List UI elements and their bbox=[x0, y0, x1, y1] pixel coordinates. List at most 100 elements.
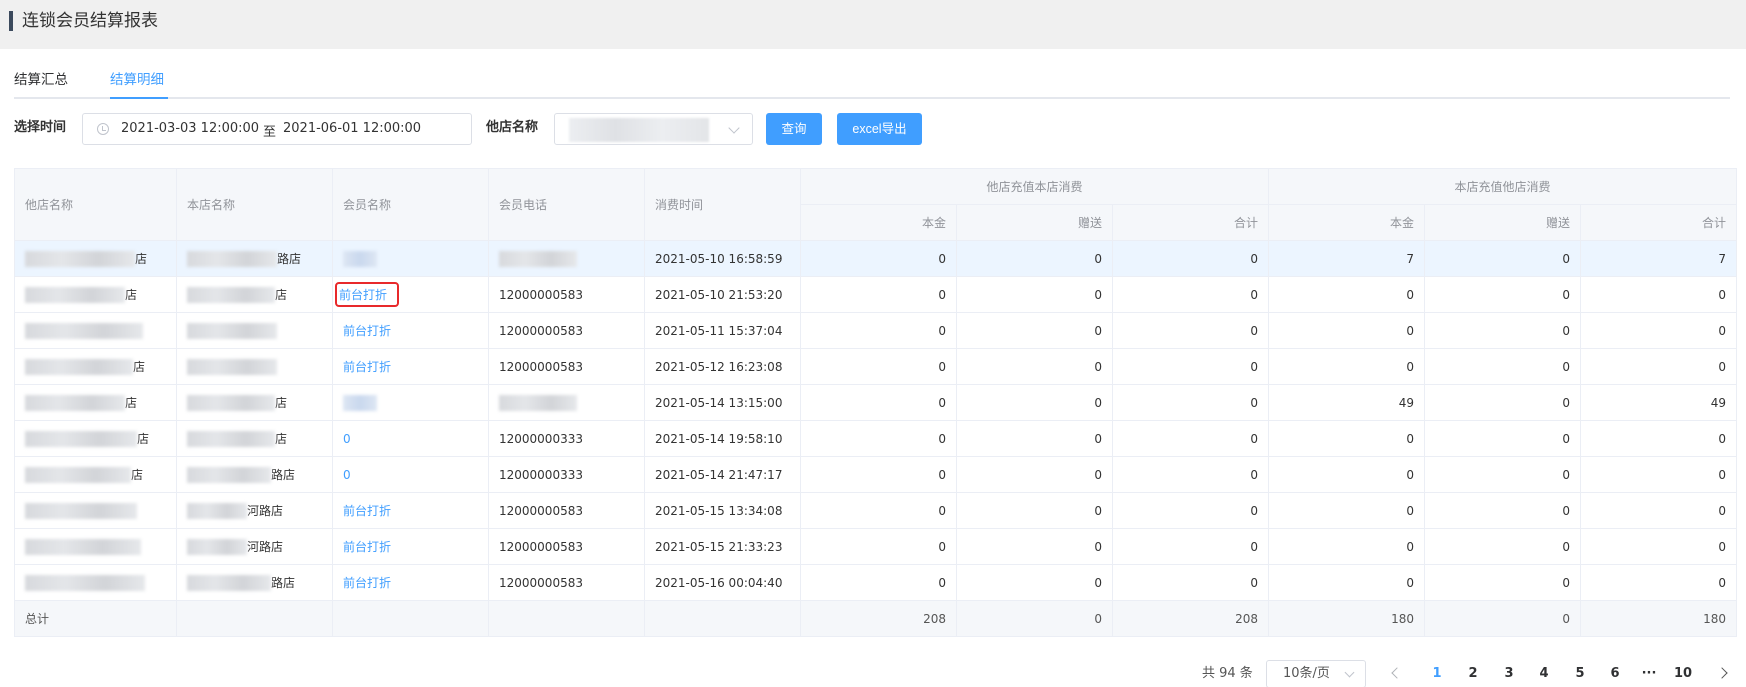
other-recharge-principal: 0 bbox=[800, 312, 957, 349]
this-recharge-bonus: 0 bbox=[1424, 528, 1582, 565]
other-store-redacted bbox=[25, 394, 125, 411]
member-name-cell bbox=[332, 240, 489, 277]
page-6[interactable]: 6 bbox=[1600, 660, 1630, 687]
this-recharge-total: 0 bbox=[1580, 456, 1738, 493]
this-store-suffix: 店 bbox=[275, 396, 288, 410]
page-10[interactable]: 10 bbox=[1668, 660, 1698, 687]
other-recharge-principal: 0 bbox=[800, 348, 957, 385]
highlighted-member-box: 前台打折 bbox=[335, 282, 400, 307]
this-recharge-principal: 0 bbox=[1268, 420, 1426, 457]
page-1[interactable]: 1 bbox=[1422, 660, 1452, 687]
footer-b-bonus: 0 bbox=[1424, 600, 1582, 637]
other-recharge-bonus: 0 bbox=[956, 492, 1113, 529]
other-store-redacted bbox=[25, 430, 137, 447]
page-3[interactable]: 3 bbox=[1494, 660, 1524, 687]
other-recharge-bonus: 0 bbox=[956, 456, 1113, 493]
consume-time-cell: 2021-05-16 00:04:40 bbox=[644, 564, 801, 601]
other-recharge-principal: 0 bbox=[800, 456, 957, 493]
store-select[interactable] bbox=[554, 113, 753, 145]
tab-settlement-summary[interactable]: 结算汇总 bbox=[14, 70, 68, 90]
other-recharge-total: 0 bbox=[1111, 276, 1270, 313]
member-name-link[interactable]: 0 bbox=[343, 468, 351, 482]
table-row: 河路店 前台打折 12000000583 2021-05-15 21:33:23 0 0 0… bbox=[14, 528, 1738, 565]
footer-a-bonus: 0 bbox=[956, 600, 1113, 637]
other-recharge-total: 0 bbox=[1111, 312, 1270, 349]
this-recharge-principal: 0 bbox=[1268, 456, 1426, 493]
member-name-link[interactable]: 前台打折 bbox=[343, 540, 391, 554]
consume-time-cell: 2021-05-12 16:23:08 bbox=[644, 348, 801, 385]
next-page-icon[interactable] bbox=[1716, 667, 1728, 679]
member-name-link[interactable]: 前台打折 bbox=[339, 288, 387, 302]
other-store-suffix: 店 bbox=[125, 396, 138, 410]
consume-time-cell: 2021-05-14 21:47:17 bbox=[644, 456, 801, 493]
date-start-input[interactable]: 2021-03-03 12:00:00 bbox=[121, 121, 259, 136]
page-2[interactable]: 2 bbox=[1458, 660, 1488, 687]
table-footer-total-row: 总计 208 0 208 180 0 180 bbox=[14, 600, 1738, 637]
table-row: 河路店 前台打折 12000000583 2021-05-15 13:34:08 0 0 0… bbox=[14, 492, 1738, 529]
member-phone-cell: 12000000583 bbox=[488, 564, 645, 601]
this-store-redacted bbox=[187, 250, 277, 267]
member-name-link[interactable]: 前台打折 bbox=[343, 504, 391, 518]
other-recharge-total: 0 bbox=[1111, 348, 1270, 385]
this-recharge-total: 0 bbox=[1580, 420, 1738, 457]
other-store-cell: 店 bbox=[14, 420, 177, 457]
other-recharge-bonus: 0 bbox=[956, 312, 1113, 349]
date-end-input[interactable]: 2021-06-01 12:00:00 bbox=[283, 121, 421, 136]
other-recharge-bonus: 0 bbox=[956, 564, 1113, 601]
member-name-redacted bbox=[343, 250, 377, 267]
other-recharge-principal: 0 bbox=[800, 276, 957, 313]
other-store-suffix: 店 bbox=[131, 468, 144, 482]
other-recharge-total: 0 bbox=[1111, 240, 1270, 277]
other-store-suffix: 店 bbox=[135, 252, 148, 266]
member-phone-cell bbox=[488, 240, 645, 277]
query-button[interactable]: 查询 bbox=[766, 113, 822, 145]
member-name-link[interactable]: 前台打折 bbox=[343, 576, 391, 590]
page-4[interactable]: 4 bbox=[1529, 660, 1559, 687]
store-select-value-redacted bbox=[569, 118, 709, 142]
footer-b-principal: 180 bbox=[1268, 600, 1426, 637]
this-store-cell: 河路店 bbox=[176, 528, 333, 565]
other-recharge-total: 0 bbox=[1111, 456, 1270, 493]
consume-time-cell: 2021-05-10 21:53:20 bbox=[644, 276, 801, 313]
this-recharge-total: 0 bbox=[1580, 312, 1738, 349]
this-recharge-bonus: 0 bbox=[1424, 384, 1582, 421]
date-range-picker[interactable]: 2021-03-03 12:00:00 至 2021-06-01 12:00:0… bbox=[82, 113, 472, 145]
member-name-cell: 0 bbox=[332, 456, 489, 493]
chevron-down-icon bbox=[728, 122, 740, 134]
other-store-redacted bbox=[25, 574, 145, 591]
member-name-cell: 前台打折 bbox=[332, 564, 489, 601]
this-store-redacted bbox=[187, 358, 277, 375]
col-header-member-phone: 会员电话 bbox=[488, 168, 645, 241]
excel-export-button[interactable]: excel导出 bbox=[837, 113, 922, 145]
this-store-cell: 河路店 bbox=[176, 492, 333, 529]
member-name-link[interactable]: 0 bbox=[343, 432, 351, 446]
this-store-suffix: 路店 bbox=[277, 252, 302, 266]
this-store-redacted bbox=[187, 430, 275, 447]
other-store-cell: 店 bbox=[14, 276, 177, 313]
prev-page-icon[interactable] bbox=[1391, 667, 1403, 679]
page-5[interactable]: 5 bbox=[1565, 660, 1595, 687]
this-store-cell: 店 bbox=[176, 276, 333, 313]
page-ellipsis[interactable]: ··· bbox=[1634, 660, 1664, 687]
other-store-cell: 店 bbox=[14, 384, 177, 421]
other-recharge-bonus: 0 bbox=[956, 240, 1113, 277]
this-recharge-total: 0 bbox=[1580, 528, 1738, 565]
this-recharge-principal: 0 bbox=[1268, 348, 1426, 385]
member-phone-cell: 12000000583 bbox=[488, 492, 645, 529]
other-recharge-bonus: 0 bbox=[956, 276, 1113, 313]
this-recharge-principal: 0 bbox=[1268, 312, 1426, 349]
this-store-cell bbox=[176, 312, 333, 349]
member-name-cell: 前台打折 bbox=[332, 492, 489, 529]
member-name-link[interactable]: 前台打折 bbox=[343, 324, 391, 338]
page-size-select[interactable]: 10条/页 bbox=[1266, 660, 1366, 687]
this-store-suffix: 河路店 bbox=[247, 540, 284, 554]
title-accent-bar bbox=[9, 11, 13, 31]
this-store-suffix: 河路店 bbox=[247, 504, 284, 518]
other-store-cell: 店 bbox=[14, 348, 177, 385]
tab-settlement-detail[interactable]: 结算明细 bbox=[110, 70, 164, 90]
member-phone-cell bbox=[488, 384, 645, 421]
member-phone-cell: 12000000583 bbox=[488, 348, 645, 385]
this-recharge-principal: 0 bbox=[1268, 492, 1426, 529]
member-name-link[interactable]: 前台打折 bbox=[343, 360, 391, 374]
footer-label: 总计 bbox=[14, 600, 177, 637]
